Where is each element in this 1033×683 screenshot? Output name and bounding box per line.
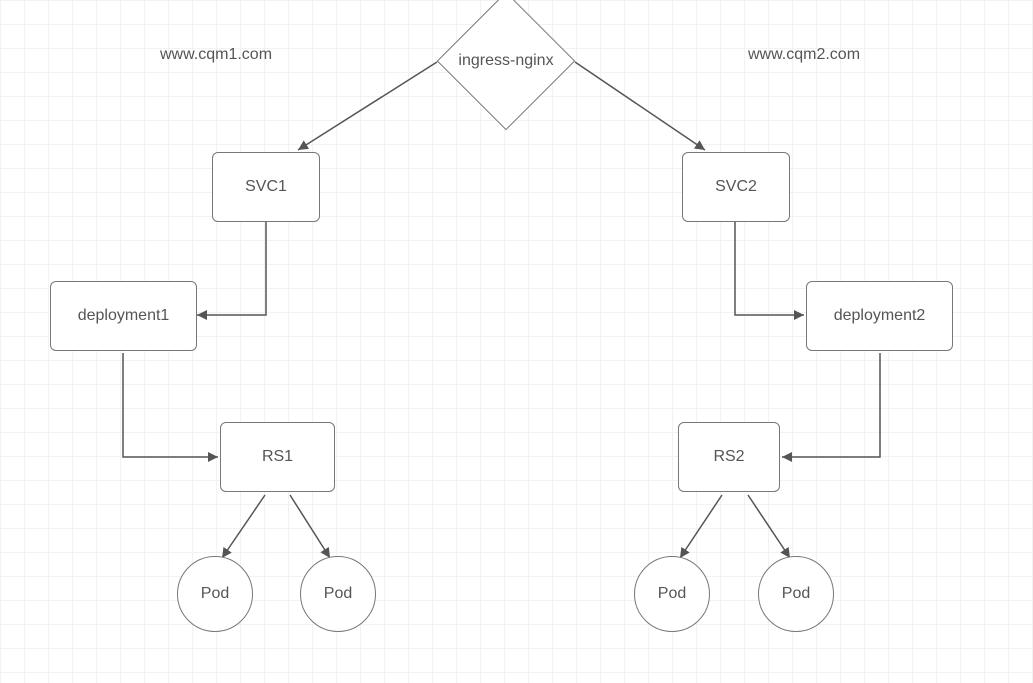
node-svc1-label: SVC1 — [245, 178, 287, 196]
node-pod-right-1: Pod — [634, 556, 710, 632]
node-pod-right-2-label: Pod — [782, 585, 810, 603]
node-pod-left-1-label: Pod — [201, 585, 229, 603]
node-svc2: SVC2 — [682, 152, 790, 222]
node-rs1: RS1 — [220, 422, 335, 492]
node-deployment2-label: deployment2 — [834, 307, 926, 325]
node-rs2-label: RS2 — [713, 448, 744, 466]
node-pod-left-2-label: Pod — [324, 585, 352, 603]
node-pod-right-2: Pod — [758, 556, 834, 632]
label-left-domain: www.cqm1.com — [160, 46, 272, 64]
node-svc1: SVC1 — [212, 152, 320, 222]
node-svc2-label: SVC2 — [715, 178, 757, 196]
node-deployment2: deployment2 — [806, 281, 953, 351]
node-ingress-label: ingress-nginx — [457, 12, 555, 110]
node-deployment1-label: deployment1 — [78, 307, 170, 325]
node-deployment1: deployment1 — [50, 281, 197, 351]
node-rs1-label: RS1 — [262, 448, 293, 466]
node-rs2: RS2 — [678, 422, 780, 492]
node-pod-left-1: Pod — [177, 556, 253, 632]
node-ingress: ingress-nginx — [457, 12, 555, 110]
node-pod-left-2: Pod — [300, 556, 376, 632]
label-right-domain: www.cqm2.com — [748, 46, 860, 64]
diagram-canvas: www.cqm1.com www.cqm2.com ingress-nginx … — [0, 0, 1033, 683]
node-pod-right-1-label: Pod — [658, 585, 686, 603]
